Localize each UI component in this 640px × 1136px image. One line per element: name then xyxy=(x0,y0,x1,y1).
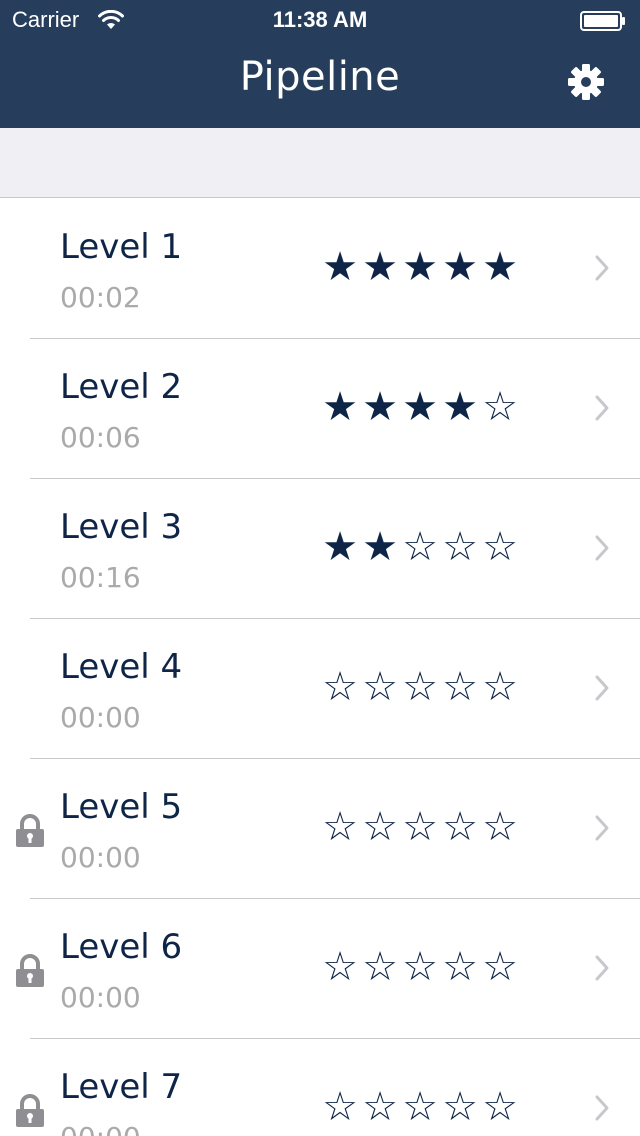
lock-icon xyxy=(16,814,44,847)
level-time: 00:16 xyxy=(60,561,141,594)
settings-button[interactable] xyxy=(564,60,608,104)
level-time: 00:00 xyxy=(60,981,141,1014)
level-time: 00:02 xyxy=(60,281,141,314)
star-outline-icon: ☆ xyxy=(442,804,478,850)
star-rating: ★ ★ ★ ★ ☆ xyxy=(320,385,520,429)
level-time: 00:00 xyxy=(60,1121,141,1136)
star-outline-icon: ☆ xyxy=(402,944,438,990)
chevron-right-icon xyxy=(595,955,609,981)
level-name: Level 2 xyxy=(60,367,183,407)
level-name: Level 4 xyxy=(60,647,183,687)
star-filled-icon: ★ xyxy=(402,384,438,430)
star-filled-icon: ★ xyxy=(442,244,478,290)
star-rating: ★ ★ ★ ★ ★ xyxy=(320,245,520,289)
level-list: Level 1 00:02 ★ ★ ★ ★ ★ Level 2 00:06 ★ ★ ★ ★ ☆ … xyxy=(0,199,640,1136)
star-filled-icon: ★ xyxy=(362,244,398,290)
star-filled-icon: ★ xyxy=(362,384,398,430)
level-name: Level 7 xyxy=(60,1067,183,1107)
star-filled-icon: ★ xyxy=(442,384,478,430)
star-outline-icon: ☆ xyxy=(362,1084,398,1130)
chevron-right-icon xyxy=(595,535,609,561)
star-outline-icon: ☆ xyxy=(402,1084,438,1130)
chevron-right-icon xyxy=(595,1095,609,1121)
level-name: Level 5 xyxy=(60,787,183,827)
level-name: Level 6 xyxy=(60,927,183,967)
star-outline-icon: ☆ xyxy=(482,664,518,710)
level-row-3[interactable]: Level 3 00:16 ★ ★ ☆ ☆ ☆ xyxy=(0,479,640,619)
star-outline-icon: ☆ xyxy=(362,804,398,850)
star-rating: ☆ ☆ ☆ ☆ ☆ xyxy=(320,945,520,989)
chevron-right-icon xyxy=(595,395,609,421)
level-row-7[interactable]: Level 7 00:00 ☆☆☆☆☆ xyxy=(0,1039,640,1136)
star-outline-icon: ☆ xyxy=(402,804,438,850)
star-rating: ☆ ☆ ☆ ☆ ☆ xyxy=(320,665,520,709)
level-row-6[interactable]: Level 6 00:00 ☆ ☆ ☆ ☆ ☆ xyxy=(0,899,640,1039)
page-title: Pipeline xyxy=(239,54,401,100)
level-time: 00:06 xyxy=(60,421,141,454)
level-time: 00:00 xyxy=(60,701,141,734)
star-outline-icon: ☆ xyxy=(482,944,518,990)
star-outline-icon: ☆ xyxy=(482,384,518,430)
clock: 11:38 AM xyxy=(272,7,368,32)
star-outline-icon: ☆ xyxy=(442,1084,478,1130)
star-outline-icon: ☆ xyxy=(442,664,478,710)
star-outline-icon: ☆ xyxy=(362,944,398,990)
star-filled-icon: ★ xyxy=(322,524,358,570)
star-rating: ★ ★ ☆ ☆ ☆ xyxy=(320,525,520,569)
level-row-4[interactable]: Level 4 00:00 ☆ ☆ ☆ ☆ ☆ xyxy=(0,619,640,759)
chevron-right-icon xyxy=(595,815,609,841)
star-outline-icon: ☆ xyxy=(322,1084,358,1130)
level-row-1[interactable]: Level 1 00:02 ★ ★ ★ ★ ★ xyxy=(0,199,640,339)
star-filled-icon: ★ xyxy=(402,244,438,290)
level-time: 00:00 xyxy=(60,841,141,874)
section-header-band xyxy=(0,128,640,198)
star-outline-icon: ☆ xyxy=(362,664,398,710)
star-outline-icon: ☆ xyxy=(482,524,518,570)
star-filled-icon: ★ xyxy=(482,244,518,290)
level-name: Level 1 xyxy=(60,227,183,267)
level-select-screen: Carrier 11:38 AM Pipeline Level 1 00:02 … xyxy=(0,0,640,1136)
level-name: Level 3 xyxy=(60,507,183,547)
star-outline-icon: ☆ xyxy=(442,944,478,990)
navigation-bar: Carrier 11:38 AM Pipeline xyxy=(0,0,640,128)
star-outline-icon: ☆ xyxy=(402,524,438,570)
level-row-5[interactable]: Level 5 00:00 ☆ ☆ ☆ ☆ ☆ xyxy=(0,759,640,899)
star-rating: ☆ ☆ ☆ ☆ ☆ xyxy=(320,1085,520,1129)
star-outline-icon: ☆ xyxy=(442,524,478,570)
star-outline-icon: ☆ xyxy=(322,664,358,710)
level-row-2[interactable]: Level 2 00:06 ★ ★ ★ ★ ☆ xyxy=(0,339,640,479)
star-outline-icon: ☆ xyxy=(322,944,358,990)
gear-icon xyxy=(568,64,604,100)
status-bar: Carrier 11:38 AM xyxy=(0,0,640,40)
star-outline-icon: ☆ xyxy=(402,664,438,710)
star-filled-icon: ★ xyxy=(322,244,358,290)
star-filled-icon: ★ xyxy=(322,384,358,430)
star-outline-icon: ☆ xyxy=(482,804,518,850)
lock-icon xyxy=(16,954,44,987)
star-outline-icon: ☆ xyxy=(322,804,358,850)
chevron-right-icon xyxy=(595,255,609,281)
star-outline-icon: ☆ xyxy=(482,1084,518,1130)
chevron-right-icon xyxy=(595,675,609,701)
battery-icon xyxy=(580,11,625,31)
lock-icon xyxy=(16,1094,44,1127)
star-filled-icon: ★ xyxy=(362,524,398,570)
star-rating: ☆ ☆ ☆ ☆ ☆ xyxy=(320,805,520,849)
